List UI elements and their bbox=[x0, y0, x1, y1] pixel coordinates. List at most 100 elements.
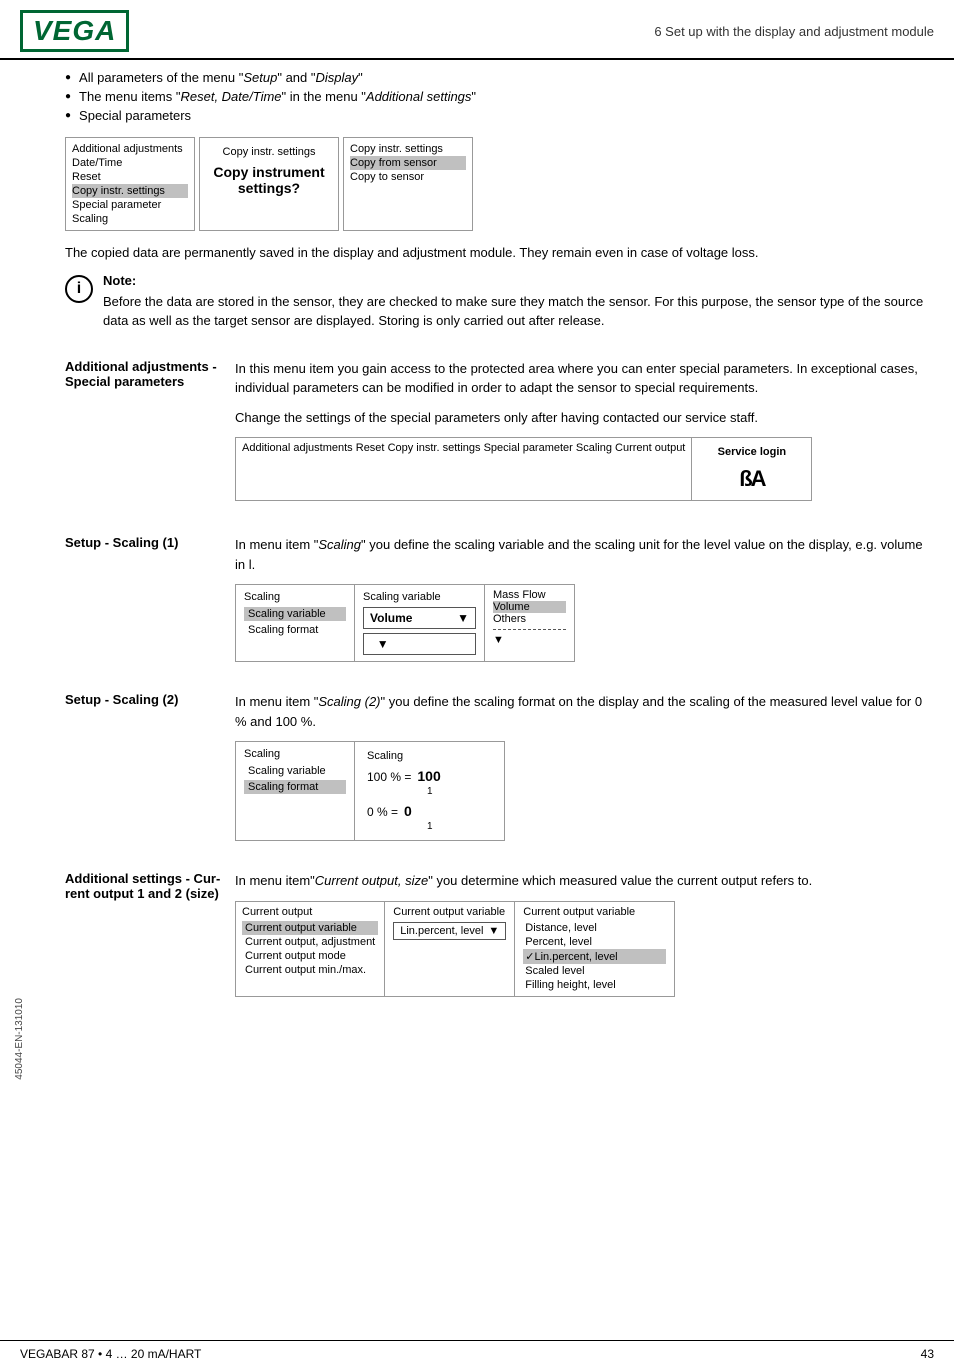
current-variable-item: Current output variable bbox=[242, 921, 378, 935]
footer-left: VEGABAR 87 • 4 … 20 mA/HART bbox=[20, 1347, 201, 1361]
current-left-box: Current output Current output variable C… bbox=[235, 901, 385, 997]
scaling-variable-item: Scaling variable bbox=[244, 607, 346, 621]
scaling2-100val: 100 bbox=[417, 768, 440, 784]
svc-copy: Copy instr. settings bbox=[388, 442, 481, 454]
volume-item: Volume bbox=[493, 601, 566, 613]
current-dropdown-arrow: ▼ bbox=[488, 925, 499, 937]
svc-adjustments: Additional adjustments bbox=[242, 442, 353, 454]
scaling-dropdown2[interactable]: ▼ bbox=[363, 633, 476, 655]
menu-title: Additional adjustments bbox=[72, 142, 188, 156]
bullet-1: All parameters of the menu "Setup" and "… bbox=[65, 70, 934, 85]
current-output-section: Additional settings - Cur- rent output 1… bbox=[65, 871, 934, 997]
menu-copy-instr: Copy instr. settings bbox=[72, 184, 188, 198]
scaling-title: Scaling bbox=[244, 591, 346, 603]
scaling2-0val: 0 bbox=[404, 803, 412, 819]
scaling2-100sub: 1 bbox=[427, 786, 492, 797]
service-icon: ßA bbox=[708, 466, 795, 492]
copy-left-box: Additional adjustments Date/Time Reset C… bbox=[65, 137, 195, 231]
current-diagram: Current output Current output variable C… bbox=[235, 901, 934, 997]
current-variable-dropdown[interactable]: Lin.percent, level ▼ bbox=[393, 922, 506, 940]
scaling2-left: Scaling Scaling variable Scaling format bbox=[235, 741, 355, 841]
dropdown-value: Volume bbox=[370, 611, 412, 625]
service-diagram: Additional adjustments Reset Copy instr.… bbox=[235, 437, 934, 501]
scaling2-100label: 100 % = bbox=[367, 770, 411, 784]
scaling1-right: Mass Flow Volume Others ▼ bbox=[485, 584, 575, 662]
note-icon: i bbox=[65, 275, 93, 303]
scaling2-100row: 100 % = 100 bbox=[367, 768, 492, 784]
scaling-volume-dropdown[interactable]: Volume ▼ bbox=[363, 607, 476, 629]
scaling2-title: Setup - Scaling (2) bbox=[65, 692, 235, 707]
scaling2-left-title: Scaling bbox=[244, 748, 346, 760]
copy-center-box: Copy instr. settings Copy instrumentsett… bbox=[199, 137, 339, 231]
current-label-2: rent output 1 and 2 (size) bbox=[65, 886, 235, 901]
special-parameters-section: Additional adjustments - Special paramet… bbox=[65, 359, 934, 516]
current-variable-title: Current output variable bbox=[393, 906, 506, 918]
current-output-content: In menu item"Current output, size" you d… bbox=[235, 871, 934, 997]
bullet-2: The menu items "Reset, Date/Time" in the… bbox=[65, 89, 934, 104]
scaling2-section: Setup - Scaling (2) In menu item "Scalin… bbox=[65, 692, 934, 851]
note-title: Note: bbox=[103, 273, 934, 288]
current-output-title: Current output bbox=[242, 906, 378, 918]
current-scaled: Scaled level bbox=[523, 964, 666, 978]
service-left-box: Additional adjustments Reset Copy instr.… bbox=[235, 437, 692, 501]
page-header: VEGA 6 Set up with the display and adjus… bbox=[0, 0, 954, 60]
intro-bullets: All parameters of the menu "Setup" and "… bbox=[65, 70, 934, 123]
scaling2-label: Setup - Scaling (2) bbox=[65, 692, 235, 851]
menu-reset: Reset bbox=[72, 170, 188, 184]
copy-right-box: Copy instr. settings Copy from sensor Co… bbox=[343, 137, 473, 231]
scaling2-0row: 0 % = 0 bbox=[367, 803, 492, 819]
current-adjustment-item: Current output, adjustment bbox=[242, 935, 378, 949]
scaling1-content: In menu item "Scaling" you define the sc… bbox=[235, 535, 934, 672]
special-para2: Change the settings of the special param… bbox=[235, 408, 934, 428]
special-para1: In this menu item you gain access to the… bbox=[235, 359, 934, 398]
scaling2-values: Scaling 100 % = 100 1 0 % = 0 1 bbox=[355, 741, 505, 841]
dropdown2-arrow: ▼ bbox=[377, 637, 389, 651]
scaling2-diagram: Scaling Scaling variable Scaling format … bbox=[235, 741, 934, 841]
doc-id: 45044-EN-131010 bbox=[14, 998, 25, 1080]
bullet-3: Special parameters bbox=[65, 108, 934, 123]
svc-scaling: Scaling bbox=[576, 442, 612, 454]
special-label-1: Additional adjustments - bbox=[65, 359, 235, 374]
scaling2-0sub: 1 bbox=[427, 821, 492, 832]
service-right-box: Service login ßA bbox=[692, 437, 812, 501]
special-parameters-content: In this menu item you gain access to the… bbox=[235, 359, 934, 516]
menu-scaling: Scaling bbox=[72, 212, 188, 226]
scaling1-section: Setup - Scaling (1) In menu item "Scalin… bbox=[65, 535, 934, 672]
note-section: i Note: Before the data are stored in th… bbox=[65, 273, 934, 341]
scroll-arrow: ▼ bbox=[493, 634, 504, 646]
current-mid-box: Current output variable Lin.percent, lev… bbox=[385, 901, 515, 997]
scaling1-title: Setup - Scaling (1) bbox=[65, 535, 235, 550]
scaling2-variable-item: Scaling variable bbox=[244, 764, 346, 778]
special-label-2: Special parameters bbox=[65, 374, 235, 389]
scaling2-right-title: Scaling bbox=[367, 750, 492, 762]
copy-from-sensor: Copy from sensor bbox=[350, 156, 466, 170]
current-percent: Percent, level bbox=[523, 935, 666, 949]
footer-right: 43 bbox=[921, 1347, 934, 1361]
current-label-1: Additional settings - Cur- bbox=[65, 871, 235, 886]
main-content: All parameters of the menu "Setup" and "… bbox=[50, 60, 954, 1320]
svc-current: Current output bbox=[615, 442, 685, 454]
current-right-title: Current output variable bbox=[523, 906, 666, 918]
scaling2-para: In menu item "Scaling (2)" you define th… bbox=[235, 692, 934, 731]
special-parameters-label: Additional adjustments - Special paramet… bbox=[65, 359, 235, 516]
dropdown-arrow: ▼ bbox=[457, 611, 469, 625]
scaling1-label: Setup - Scaling (1) bbox=[65, 535, 235, 672]
service-login-label: Service login bbox=[708, 446, 795, 458]
svc-special: Special parameter bbox=[484, 442, 573, 454]
copied-data-text: The copied data are permanently saved in… bbox=[65, 243, 934, 263]
scaling-variable-title: Scaling variable bbox=[363, 591, 476, 603]
current-dropdown-val: Lin.percent, level bbox=[400, 925, 483, 937]
scaling2-0label: 0 % = bbox=[367, 805, 398, 819]
scaling2-format-item: Scaling format bbox=[244, 780, 346, 794]
copy-instr-label2: Copy instr. settings bbox=[350, 142, 466, 156]
flow-item: Flow bbox=[522, 589, 545, 601]
copy-instrument-big: Copy instrumentsettings? bbox=[210, 164, 328, 196]
svc-reset: Reset bbox=[356, 442, 385, 454]
note-text: Before the data are stored in the sensor… bbox=[103, 292, 934, 331]
current-filling: Filling height, level bbox=[523, 978, 666, 992]
scaling1-diagram: Scaling Scaling variable Scaling format … bbox=[235, 584, 934, 662]
current-linpercent: ✓Lin.percent, level bbox=[523, 949, 666, 964]
menu-special: Special parameter bbox=[72, 198, 188, 212]
copy-diagram: Additional adjustments Date/Time Reset C… bbox=[65, 137, 934, 231]
copy-instr-label: Copy instr. settings bbox=[210, 146, 328, 158]
